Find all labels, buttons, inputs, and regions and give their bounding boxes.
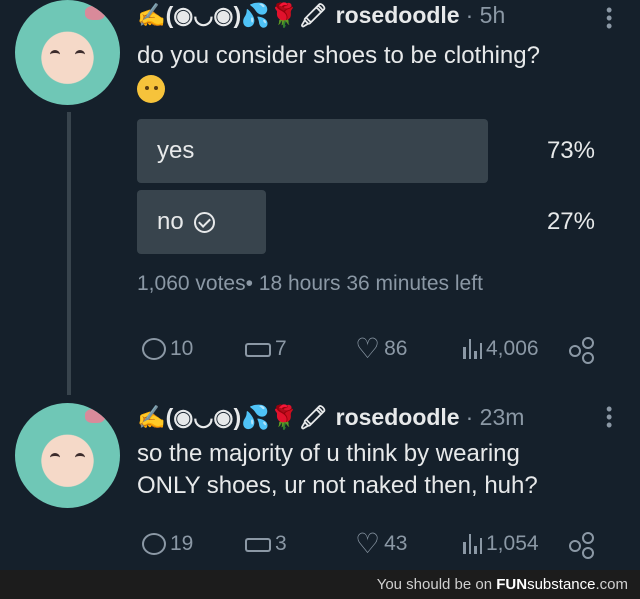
share-icon <box>569 337 594 364</box>
more-options-icon[interactable]: • • • <box>606 1 612 35</box>
like-count: 86 <box>384 337 408 360</box>
like-count: 43 <box>384 532 408 555</box>
timestamp[interactable]: · 23m <box>466 404 525 431</box>
poll-option-label: no <box>157 208 215 236</box>
watermark-brand: FUN <box>496 576 528 593</box>
tweet-actions: 19 3 ♡ 43 1,054 <box>137 526 597 562</box>
reply-icon <box>142 338 166 360</box>
share-icon <box>569 532 594 559</box>
retweet-button[interactable]: 7 <box>245 337 287 361</box>
username[interactable]: rosedoodle <box>336 404 460 431</box>
heart-icon: ♡ <box>355 528 381 559</box>
username[interactable]: rosedoodle <box>336 2 460 29</box>
watermark-prefix: You should be on <box>376 576 497 593</box>
views-button[interactable]: 1,054 <box>463 532 539 556</box>
poll-meta: 1,060 votes• 18 hours 36 minutes left <box>137 272 483 296</box>
tweet-text-body: do you consider shoes to be clothing? <box>137 42 540 69</box>
tweet-header: ✍(◉◡◉)💦🌹🖍 rosedoodle · 5h <box>137 2 505 29</box>
tweet-text: so the majority of u think by wearing ON… <box>137 438 607 502</box>
thinking-face-emoji-icon <box>137 74 165 103</box>
like-button[interactable]: ♡ 43 <box>355 528 408 559</box>
poll-votes: 1,060 votes <box>137 272 246 295</box>
retweet-button[interactable]: 3 <box>245 532 287 556</box>
watermark-text: You should be on FUNsubstance.com <box>377 576 628 593</box>
reply-icon <box>142 533 166 555</box>
tweet-text: do you consider shoes to be clothing? <box>137 40 617 104</box>
poll-percent: 27% <box>546 208 595 235</box>
retweet-icon <box>245 340 271 358</box>
view-count: 1,054 <box>486 532 539 555</box>
hair-bow-decoration <box>85 409 105 423</box>
poll-option-label: yes <box>157 137 194 165</box>
watermark-footer: You should be on FUNsubstance.com <box>0 570 640 599</box>
watermark-brand: substance <box>527 576 596 593</box>
like-button[interactable]: ♡ 86 <box>355 333 408 364</box>
check-circle-icon <box>193 211 215 233</box>
tweet-header: ✍(◉◡◉)💦🌹🖍 rosedoodle · 23m <box>137 404 524 431</box>
avatar[interactable] <box>15 403 120 508</box>
view-count: 4,006 <box>486 337 539 360</box>
more-options-icon[interactable]: • • • <box>606 400 612 434</box>
timestamp[interactable]: · 5h <box>466 2 506 29</box>
poll-time-left: • 18 hours 36 minutes left <box>245 272 483 295</box>
poll-option-no[interactable]: no 27% <box>137 190 595 254</box>
reply-button[interactable]: 10 <box>142 337 193 361</box>
tweet-text-line: so the majority of u think by wearing <box>137 440 520 467</box>
retweet-count: 7 <box>275 337 287 360</box>
analytics-icon <box>463 339 482 359</box>
heart-icon: ♡ <box>355 333 381 364</box>
display-name[interactable]: ✍(◉◡◉)💦🌹🖍 <box>137 2 328 29</box>
retweet-icon <box>245 535 271 553</box>
poll-option-yes[interactable]: yes 73% <box>137 119 595 183</box>
tweet-text-line: ONLY shoes, ur not naked then, huh? <box>137 472 538 499</box>
display-name[interactable]: ✍(◉◡◉)💦🌹🖍 <box>137 404 328 431</box>
avatar[interactable] <box>15 0 120 105</box>
reply-count: 10 <box>170 337 194 360</box>
analytics-icon <box>463 534 482 554</box>
poll-option-text: no <box>157 208 184 235</box>
poll-percent: 73% <box>546 137 595 164</box>
share-button[interactable] <box>569 337 594 364</box>
reply-count: 19 <box>170 532 194 555</box>
share-button[interactable] <box>569 532 594 559</box>
reply-button[interactable]: 19 <box>142 532 193 556</box>
poll-option-text: yes <box>157 137 195 164</box>
hair-bow-decoration <box>85 6 105 20</box>
watermark-domain: .com <box>595 576 628 593</box>
tweet-actions: 10 7 ♡ 86 4,006 <box>137 331 597 367</box>
retweet-count: 3 <box>275 532 287 555</box>
views-button[interactable]: 4,006 <box>463 337 539 361</box>
